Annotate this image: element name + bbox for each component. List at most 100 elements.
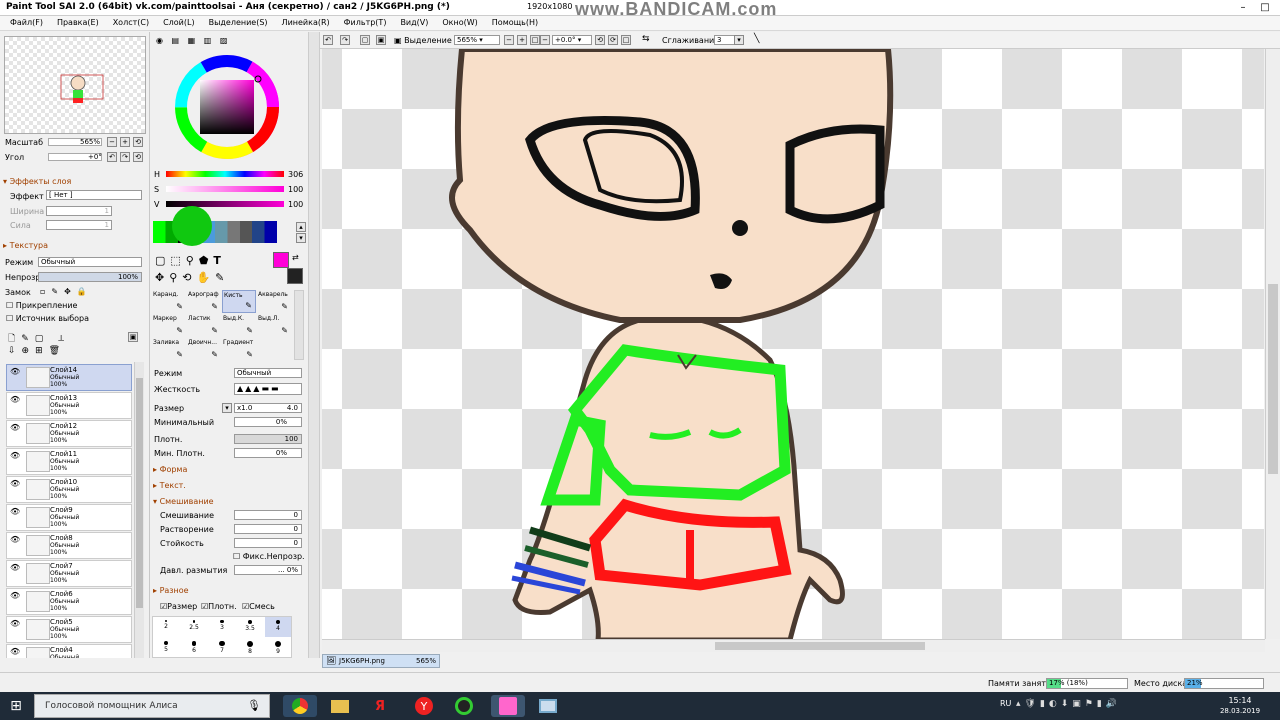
tool-6[interactable]: Выд.К. ✎: [222, 314, 256, 337]
rotate-reset-button[interactable]: ⟲: [133, 152, 143, 162]
document-tab[interactable]: 🖼 J5KG6PH.png 565%: [322, 654, 440, 668]
toolbar-zoom-in[interactable]: +: [517, 35, 527, 45]
tool-3[interactable]: Акварель ✎: [257, 290, 291, 313]
eye-icon[interactable]: 👁: [10, 647, 20, 657]
selection-tools[interactable]: ▢⬚⚲⬟T: [155, 254, 226, 267]
flip-icon[interactable]: ⇆: [642, 34, 650, 44]
menu-layer[interactable]: Слой(L): [157, 16, 203, 30]
size-preset[interactable]: 7: [209, 638, 235, 658]
rotation-select[interactable]: +0.0° ▾: [552, 35, 592, 45]
layer-effects-header[interactable]: ▾ Эффекты слоя: [3, 177, 71, 186]
zoom-out-button[interactable]: −: [107, 137, 117, 147]
size-preset[interactable]: 4: [265, 617, 291, 637]
layer-scrollbar[interactable]: [134, 362, 144, 658]
minimize-button[interactable]: –: [1232, 0, 1254, 15]
menu-window[interactable]: Окно(W): [436, 16, 485, 30]
selection-toggle[interactable]: ▣ Выделение: [394, 36, 452, 45]
menu-file[interactable]: Файл(F): [4, 16, 51, 30]
color-wheel[interactable]: [172, 52, 282, 162]
panel-splitter[interactable]: [308, 32, 320, 658]
view-tools[interactable]: ✥⚲⟲✋✎: [155, 271, 229, 284]
horizontal-scroll-thumb[interactable]: [715, 642, 925, 650]
lock-icons[interactable]: ▫✎✥🔒: [40, 287, 93, 296]
hardness-selector[interactable]: ▲▲▲▬▬: [234, 383, 302, 395]
menu-ruler[interactable]: Линейка(R): [276, 16, 338, 30]
zoom-reset-button[interactable]: ⟲: [133, 137, 143, 147]
canvas[interactable]: [322, 49, 1264, 639]
tool-8[interactable]: Заливка ✎: [152, 338, 186, 361]
width-field[interactable]: 1: [46, 206, 112, 216]
tool-5[interactable]: Ластик ✎: [187, 314, 221, 337]
layer-row[interactable]: 👁 Слой13 Обычный 100%: [6, 392, 132, 419]
horizontal-scrollbar[interactable]: [322, 639, 1265, 652]
microphone-icon[interactable]: 🎙: [247, 699, 261, 712]
blur-field[interactable]: ... 0%: [234, 565, 302, 575]
language-indicator[interactable]: RU: [1000, 699, 1011, 708]
blending-field[interactable]: 0: [234, 510, 302, 520]
persistence-field[interactable]: 0: [234, 538, 302, 548]
size-preset[interactable]: 8: [237, 638, 263, 658]
layer-row[interactable]: 👁 Слой9 Обычный 100%: [6, 504, 132, 531]
tool-10[interactable]: Градиент ✎: [222, 338, 256, 361]
toolbar-rotate-reset[interactable]: □: [621, 35, 631, 45]
size-preset[interactable]: 6: [181, 638, 207, 658]
tool-9[interactable]: Двоичн... ✎: [187, 338, 221, 361]
eye-icon[interactable]: 👁: [10, 423, 20, 433]
size-preset[interactable]: 2.5: [181, 617, 207, 637]
eye-icon[interactable]: 👁: [10, 367, 20, 377]
maximize-button[interactable]: □: [1254, 0, 1276, 15]
tool-scrollbar[interactable]: [294, 290, 304, 360]
folder-icon[interactable]: [323, 695, 357, 717]
layer-row[interactable]: 👁 Слой11 Обычный 100%: [6, 448, 132, 475]
size-multiplier-button[interactable]: ▾: [222, 403, 232, 413]
eye-icon[interactable]: 👁: [10, 563, 20, 573]
brush-mode-select[interactable]: Обычный: [234, 368, 302, 378]
navigator-preview[interactable]: [4, 36, 146, 134]
tool-0[interactable]: Каранд. ✎: [152, 290, 186, 313]
menu-selection[interactable]: Выделение(S): [203, 16, 276, 30]
vertical-scroll-thumb[interactable]: [1268, 284, 1278, 474]
eye-icon[interactable]: 👁: [10, 591, 20, 601]
zoom-in-button[interactable]: +: [120, 137, 130, 147]
tool-4[interactable]: Маркер ✎: [152, 314, 186, 337]
layer-row[interactable]: 👁 Слой6 Обычный 100%: [6, 588, 132, 615]
undo-button[interactable]: ↶: [323, 35, 333, 45]
blend-mode-select[interactable]: Обычный: [38, 257, 142, 267]
invert-selection-button[interactable]: ▣: [376, 35, 386, 45]
smoothing-dropdown[interactable]: ▾: [734, 35, 744, 45]
effect-select[interactable]: [ Нет ]: [46, 190, 142, 200]
painttool-sai-icon[interactable]: [491, 695, 525, 717]
menu-edit[interactable]: Правка(E): [51, 16, 107, 30]
rotate-right-button[interactable]: ↷: [120, 152, 130, 162]
eye-icon[interactable]: 👁: [10, 507, 20, 517]
zoom-select[interactable]: 565% ▾: [454, 35, 500, 45]
tool-2[interactable]: Кисть ✎: [222, 290, 256, 313]
chrome-icon[interactable]: [283, 695, 317, 717]
alice-search[interactable]: Голосовой помощник Алиса 🎙: [34, 694, 270, 718]
size-preset[interactable]: 2: [153, 617, 179, 637]
layer-row[interactable]: 👁 Слой5 Обычный 100%: [6, 616, 132, 643]
density-field[interactable]: 100: [234, 434, 302, 444]
menu-help[interactable]: Помощь(H): [486, 16, 546, 30]
opacity-slider[interactable]: 100%: [38, 272, 142, 282]
vertical-scrollbar[interactable]: [1265, 49, 1280, 639]
min-density-field[interactable]: 0%: [234, 448, 302, 458]
texture2-header[interactable]: ▸ Текст.: [153, 481, 186, 490]
toolbar-zoom-reset[interactable]: □: [530, 35, 540, 45]
layer-row[interactable]: 👁 Слой4 Обычный: [6, 644, 132, 658]
eye-icon[interactable]: 👁: [10, 395, 20, 405]
start-button[interactable]: ⊞: [2, 695, 30, 717]
swap-colors-icon[interactable]: ⇄: [292, 253, 299, 262]
tool-1[interactable]: Аэрограф ✎: [187, 290, 221, 313]
layer-row[interactable]: 👁 Слой8 Обычный 100%: [6, 532, 132, 559]
layer-panel-menu-button[interactable]: ▣: [128, 332, 138, 342]
yandex-icon[interactable]: Y: [407, 695, 441, 717]
checkbox-size[interactable]: ☑Размер: [160, 602, 197, 611]
blend-header[interactable]: ▾ Смешивание: [153, 497, 214, 506]
deselect-button[interactable]: ▢: [360, 35, 370, 45]
eye-icon[interactable]: 👁: [10, 535, 20, 545]
size-preset[interactable]: 3: [209, 617, 235, 637]
menu-view[interactable]: Вид(V): [394, 16, 436, 30]
fix-opacity-checkbox[interactable]: ☐ Фикс.Непрозр.: [233, 552, 305, 561]
layer-row[interactable]: 👁 Слой14 Обычный 100%: [6, 364, 132, 391]
